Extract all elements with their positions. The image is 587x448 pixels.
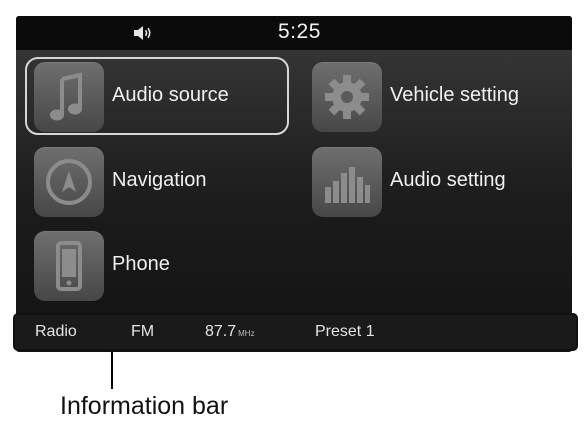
phone-icon (34, 231, 104, 301)
compass-icon (34, 147, 104, 217)
menu-item-audio-setting[interactable]: Audio setting (312, 147, 562, 217)
status-bar: 5:25 (16, 16, 572, 50)
menu-item-label: Audio source (112, 84, 229, 106)
menu-item-label: Phone (112, 253, 170, 275)
menu-item-vehicle-setting[interactable]: Vehicle setting (312, 62, 562, 132)
info-preset: Preset 1 (315, 323, 375, 340)
equalizer-icon (312, 147, 382, 217)
info-frequency: 87.7 MHz (205, 323, 255, 341)
callout-line (111, 351, 113, 389)
menu-item-navigation[interactable]: Navigation (34, 147, 274, 217)
info-frequency-unit: MHz (238, 329, 255, 338)
gear-icon (312, 62, 382, 132)
menu-item-label: Navigation (112, 169, 207, 191)
info-frequency-value: 87.7 (205, 323, 237, 340)
music-note-icon (34, 62, 104, 132)
information-bar: Radio FM 87.7 MHz Preset 1 (13, 313, 578, 351)
clock: 5:25 (278, 20, 321, 43)
menu-item-label: Audio setting (390, 169, 506, 191)
callout-label: Information bar (60, 392, 229, 420)
menu-item-phone[interactable]: Phone (34, 231, 274, 301)
menu-item-audio-source[interactable]: Audio source (34, 62, 274, 132)
info-band: FM (131, 323, 155, 340)
menu-item-label: Vehicle setting (390, 84, 519, 106)
head-unit-screen: 5:25 Audio source Vehicle setting Naviga… (16, 16, 572, 352)
speaker-icon (134, 26, 151, 40)
info-source: Radio (35, 323, 77, 340)
